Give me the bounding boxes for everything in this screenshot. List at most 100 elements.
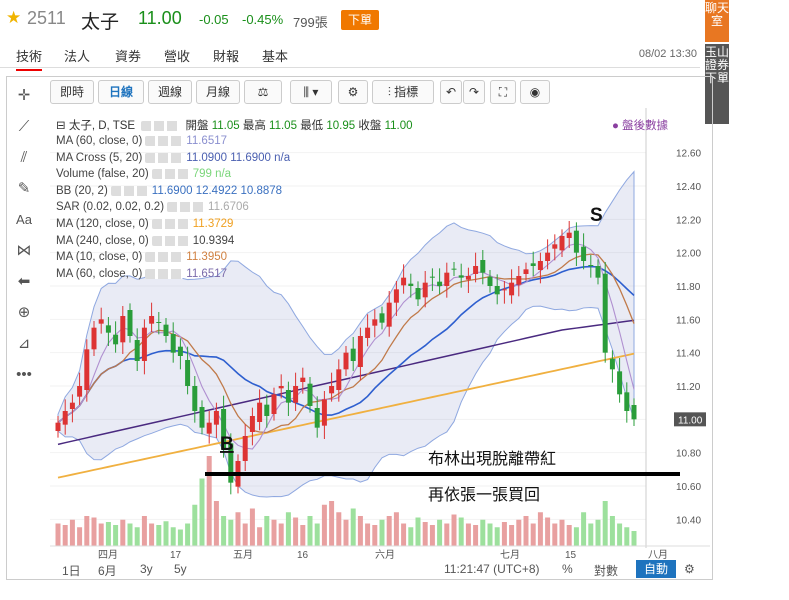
tab-margin[interactable]: 資券 xyxy=(115,46,141,65)
tab-technical[interactable]: 技術 xyxy=(16,46,43,71)
stock-code: 2511 xyxy=(27,8,66,28)
brush-icon[interactable]: ✎ xyxy=(8,173,40,204)
candle-body xyxy=(437,281,443,286)
order-button[interactable]: 下單 xyxy=(341,10,379,30)
range-3y[interactable]: 3y xyxy=(140,562,153,576)
volume-bar xyxy=(113,525,119,546)
candle-body xyxy=(120,316,126,343)
pattern-icon[interactable]: ⋈ xyxy=(8,235,40,266)
volume-bar xyxy=(501,522,507,546)
y-tick-label: 10.80 xyxy=(676,449,701,460)
legend-row-controls[interactable] xyxy=(145,152,184,163)
candle-body xyxy=(624,392,630,411)
legend-row: MA (60, close, 0) 11.6517 xyxy=(56,133,290,150)
volume-bar xyxy=(631,531,637,546)
volume-bar xyxy=(458,517,464,546)
volume-bar xyxy=(573,527,579,546)
trend-line-icon[interactable]: ⟋ xyxy=(8,111,40,142)
after-hours-data-link[interactable]: ● 盤後數據 xyxy=(612,117,668,133)
log-toggle[interactable]: 對數 xyxy=(594,562,618,579)
candle-body xyxy=(573,230,579,253)
volume-bar xyxy=(228,519,234,546)
volume-bar xyxy=(163,521,169,546)
range-1d[interactable]: 1日 xyxy=(62,562,81,579)
candle-body xyxy=(141,327,147,361)
candle-body xyxy=(588,265,594,266)
auto-scale-button[interactable]: 自動 xyxy=(636,560,676,578)
chart-collapse-icon[interactable]: ⊟ xyxy=(56,120,66,132)
candle-body xyxy=(69,402,75,409)
candle-body xyxy=(393,289,399,303)
legend-row-controls[interactable] xyxy=(145,252,184,263)
candle-body xyxy=(401,277,407,286)
fullscreen-icon[interactable]: ⛶ xyxy=(490,80,516,104)
text-tool-icon[interactable]: Aa xyxy=(8,204,40,235)
legend-row: BB (20, 2) 11.6900 12.4922 10.8878 xyxy=(56,183,290,200)
volume-bar xyxy=(343,519,349,546)
legend-row-controls[interactable] xyxy=(151,218,190,229)
range-5y[interactable]: 5y xyxy=(174,562,187,576)
zoom-icon[interactable]: ⊕ xyxy=(8,297,40,328)
undo-icon[interactable]: ↶ xyxy=(440,80,462,104)
stock-name: 太子 xyxy=(81,12,120,33)
volume-bar xyxy=(429,525,435,546)
candle-body xyxy=(321,399,327,426)
range-6m[interactable]: 6月 xyxy=(98,562,117,579)
percent-toggle[interactable]: % xyxy=(562,562,573,576)
chart-type-icon[interactable]: ⫼ ▾ xyxy=(290,80,332,104)
intraday-button[interactable]: 即時 xyxy=(50,80,94,104)
arrow-left-icon[interactable]: ⬅ xyxy=(8,266,40,297)
indicator-legend: MA (60, close, 0) 11.6517 MA Cross (5, 20)… xyxy=(56,133,290,282)
legend-row-value: 11.6900 12.4922 10.8878 xyxy=(151,184,283,197)
legend-row-label: MA (120, close, 0) xyxy=(56,217,149,230)
candle-body xyxy=(343,352,349,370)
measure-icon[interactable]: ⊿ xyxy=(8,328,40,359)
indicators-button[interactable]: ⫶ 指標 xyxy=(372,80,434,104)
tab-revenue[interactable]: 營收 xyxy=(164,46,190,65)
legend-row-value: 11.6517 xyxy=(186,267,228,280)
scale-icon[interactable]: ⚖ xyxy=(244,80,282,104)
volume-bar xyxy=(249,508,255,546)
candle-body xyxy=(163,324,169,336)
legend-row-controls[interactable] xyxy=(145,268,184,279)
daily-button[interactable]: 日線 xyxy=(98,80,144,104)
camera-icon[interactable]: ◉ xyxy=(520,80,550,104)
legend-row-controls[interactable] xyxy=(110,185,149,196)
more-icon[interactable]: ••• xyxy=(8,359,40,390)
candle-body xyxy=(566,232,572,238)
volume-bar xyxy=(537,512,543,546)
chart-settings-icon[interactable]: ⚙ xyxy=(684,562,695,576)
fib-icon[interactable]: ⫽ xyxy=(8,142,40,173)
clock-readout: 11:21:47 (UTC+8) xyxy=(444,562,540,576)
tab-basic[interactable]: 基本 xyxy=(262,46,288,65)
candle-body xyxy=(473,266,479,274)
candle-body xyxy=(444,272,450,286)
candle-body xyxy=(415,288,421,300)
candle-body xyxy=(609,358,615,370)
monthly-button[interactable]: 月線 xyxy=(196,80,240,104)
legend-row: MA (10, close, 0) 11.3950 xyxy=(56,249,290,266)
close-label: 收盤 xyxy=(358,120,382,132)
volume-bar xyxy=(69,519,75,546)
candle-body xyxy=(55,422,61,431)
legend-controls[interactable] xyxy=(141,120,180,131)
legend-row-controls[interactable] xyxy=(151,169,190,180)
candle-body xyxy=(98,319,104,324)
settings-gear-icon[interactable]: ⚙ xyxy=(338,80,368,104)
candle-body xyxy=(545,252,551,261)
volume-bar xyxy=(487,523,493,546)
tab-institutional[interactable]: 法人 xyxy=(64,46,90,65)
legend-row-controls[interactable] xyxy=(167,202,206,213)
candle-body xyxy=(357,336,363,367)
volume-bar xyxy=(336,512,342,546)
legend-row-label: Volume (false, 20) xyxy=(56,168,149,181)
redo-icon[interactable]: ↷ xyxy=(463,80,485,104)
weekly-button[interactable]: 週線 xyxy=(148,80,192,104)
tab-financials[interactable]: 財報 xyxy=(213,46,239,65)
legend-row-controls[interactable] xyxy=(151,235,190,246)
favorite-star-icon[interactable]: ★ xyxy=(6,8,21,28)
chat-room-button[interactable]: 聊天室 xyxy=(705,0,729,42)
quote-header: ★ 2511 太子 11.00 -0.05 -0.45% 799張 下單 xyxy=(0,0,700,40)
legend-row-controls[interactable] xyxy=(145,135,184,146)
crosshair-icon[interactable]: ✛ xyxy=(8,80,40,111)
